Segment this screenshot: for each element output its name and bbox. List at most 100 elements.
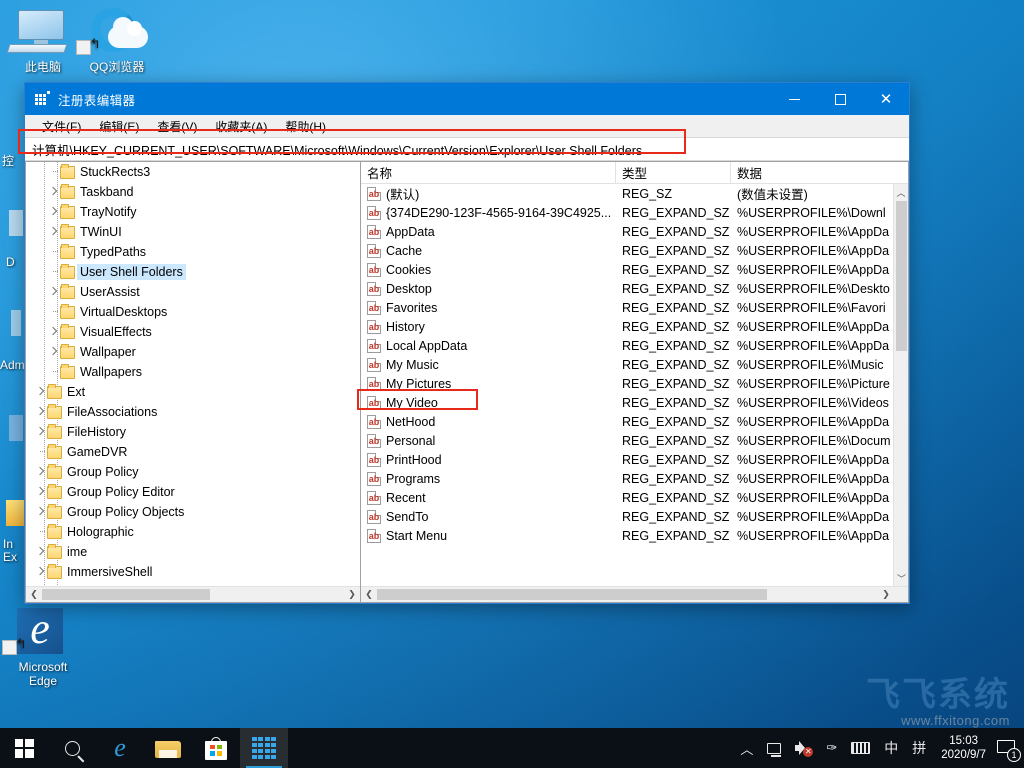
tree-item[interactable]: FileHistory [26,422,354,442]
menu-view[interactable]: 查看(V) [148,116,206,137]
value-row[interactable]: PrintHoodREG_EXPAND_SZ%USERPROFILE%\AppD… [361,450,893,469]
edge-taskbar-button[interactable]: e [96,728,144,768]
tree-item[interactable]: UserAssist [26,282,354,302]
expand-chevron-icon[interactable] [34,482,47,502]
tree-item[interactable]: VirtualDesktops [26,302,354,322]
value-row[interactable]: CookiesREG_EXPAND_SZ%USERPROFILE%\AppDa [361,260,893,279]
menu-help[interactable]: 帮助(H) [276,116,335,137]
scroll-up-arrow-icon[interactable]: ︿ [894,184,908,200]
tree-item[interactable]: ime [26,542,354,562]
resize-grip[interactable] [894,588,908,602]
values-hscroll-thumb[interactable] [377,589,767,600]
scroll-left-arrow-icon[interactable]: ❮ [26,589,42,600]
tree-hscroll-thumb[interactable] [42,589,210,600]
tree-item[interactable]: TypedPaths [26,242,354,262]
value-row[interactable]: My VideoREG_EXPAND_SZ%USERPROFILE%\Video… [361,393,893,412]
window-titlebar[interactable]: 注册表编辑器 ✕ [25,83,909,115]
expand-chevron-icon[interactable] [47,202,60,222]
minimize-button[interactable] [771,83,817,115]
expand-chevron-icon[interactable] [34,462,47,482]
pen-icon[interactable]: ✑ [819,728,844,768]
menu-favorites[interactable]: 收藏夹(A) [206,116,276,137]
expand-chevron-icon[interactable] [47,322,60,342]
microsoft-store-button[interactable] [192,728,240,768]
address-bar[interactable]: 计算机\HKEY_CURRENT_USER\SOFTWARE\Microsoft… [25,137,909,161]
value-row[interactable]: CacheREG_EXPAND_SZ%USERPROFILE%\AppDa [361,241,893,260]
value-row[interactable]: HistoryREG_EXPAND_SZ%USERPROFILE%\AppDa [361,317,893,336]
registry-editor-taskbar-button[interactable] [240,728,288,768]
column-header-data[interactable]: 数据 [731,162,908,183]
volume-muted-icon[interactable]: ✕ [788,728,819,768]
values-horizontal-scrollbar[interactable]: ❮ ❯ [361,586,908,602]
action-center-button[interactable]: 1 [996,738,1018,758]
tree-item[interactable]: VisualEffects [26,322,354,342]
tree-hscroll-track[interactable] [42,587,344,603]
desktop-icon-qq-browser[interactable]: QQ浏览器 [74,8,160,74]
tree-item[interactable]: Taskband [26,182,354,202]
values-vertical-scrollbar[interactable]: ︿ ﹀ [893,184,908,586]
expand-chevron-icon[interactable] [34,542,47,562]
expand-chevron-icon[interactable] [47,342,60,362]
tree-item[interactable]: Group Policy Objects [26,502,354,522]
tree-item[interactable]: GameDVR [26,442,354,462]
value-row[interactable]: PersonalREG_EXPAND_SZ%USERPROFILE%\Docum [361,431,893,450]
tree-item[interactable]: ImmersiveShell [26,562,354,582]
expand-chevron-icon[interactable] [47,282,60,302]
menu-edit[interactable]: 编辑(E) [90,116,148,137]
expand-chevron-icon[interactable] [47,222,60,242]
scroll-right-arrow-icon[interactable]: ❯ [878,589,894,600]
scroll-down-arrow-icon[interactable]: ﹀ [894,570,909,586]
tree-item[interactable]: Wallpaper [26,342,354,362]
column-header-type[interactable]: 类型 [616,162,731,183]
expand-chevron-icon[interactable] [34,382,47,402]
desktop-icon-microsoft-edge[interactable]: e Microsoft Edge [0,608,86,688]
value-row[interactable]: AppDataREG_EXPAND_SZ%USERPROFILE%\AppDa [361,222,893,241]
file-explorer-button[interactable] [144,728,192,768]
expand-chevron-icon[interactable] [47,182,60,202]
network-icon[interactable] [760,728,788,768]
value-row[interactable]: Start MenuREG_EXPAND_SZ%USERPROFILE%\App… [361,526,893,545]
ime-pinyin-indicator[interactable]: 拼 [905,728,933,768]
value-row[interactable]: DesktopREG_EXPAND_SZ%USERPROFILE%\Deskto [361,279,893,298]
value-row[interactable]: SendToREG_EXPAND_SZ%USERPROFILE%\AppDa [361,507,893,526]
value-row[interactable]: RecentREG_EXPAND_SZ%USERPROFILE%\AppDa [361,488,893,507]
expand-chevron-icon[interactable] [34,502,47,522]
value-row[interactable]: My MusicREG_EXPAND_SZ%USERPROFILE%\Music [361,355,893,374]
expand-chevron-icon[interactable] [34,562,47,582]
ime-mode-indicator[interactable]: 中 [877,728,905,768]
menu-file[interactable]: 文件(F) [33,116,90,137]
value-row[interactable]: NetHoodREG_EXPAND_SZ%USERPROFILE%\AppDa [361,412,893,431]
expand-chevron-icon[interactable] [34,402,47,422]
values-vscroll-thumb[interactable] [896,201,907,351]
tray-overflow-button[interactable]: ︿ [733,728,760,768]
tree-item[interactable]: Ext [26,382,354,402]
tree-item[interactable]: TWinUI [26,222,354,242]
tree-item[interactable]: Wallpapers [26,362,354,382]
column-header-name[interactable]: 名称 [361,162,616,183]
maximize-button[interactable] [817,83,863,115]
search-button[interactable] [48,728,96,768]
value-row[interactable]: FavoritesREG_EXPAND_SZ%USERPROFILE%\Favo… [361,298,893,317]
start-button[interactable] [0,728,48,768]
value-row[interactable]: My PicturesREG_EXPAND_SZ%USERPROFILE%\Pi… [361,374,893,393]
keyboard-icon[interactable] [844,728,877,768]
value-row[interactable]: ProgramsREG_EXPAND_SZ%USERPROFILE%\AppDa [361,469,893,488]
scroll-left-arrow-icon[interactable]: ❮ [361,589,377,600]
tree-item[interactable]: TrayNotify [26,202,354,222]
tree-item[interactable]: Group Policy [26,462,354,482]
value-row[interactable]: Local AppDataREG_EXPAND_SZ%USERPROFILE%\… [361,336,893,355]
taskbar-clock[interactable]: 15:03 2020/9/7 [933,734,994,762]
value-row[interactable]: {374DE290-123F-4565-9164-39C4925...REG_E… [361,203,893,222]
tree-item[interactable]: Holographic [26,522,354,542]
close-button[interactable]: ✕ [863,83,909,115]
tree-item[interactable]: Group Policy Editor [26,482,354,502]
tree-item[interactable]: FileAssociations [26,402,354,422]
expand-chevron-icon[interactable] [34,422,47,442]
values-hscroll-track[interactable] [377,587,878,603]
value-row[interactable]: (默认)REG_SZ(数值未设置) [361,184,893,203]
folder-icon [60,266,75,279]
tree-item[interactable]: StuckRects3 [26,162,354,182]
scroll-right-arrow-icon[interactable]: ❯ [344,589,360,600]
tree-horizontal-scrollbar[interactable]: ❮ ❯ [26,586,360,602]
tree-item[interactable]: User Shell Folders [26,262,354,282]
